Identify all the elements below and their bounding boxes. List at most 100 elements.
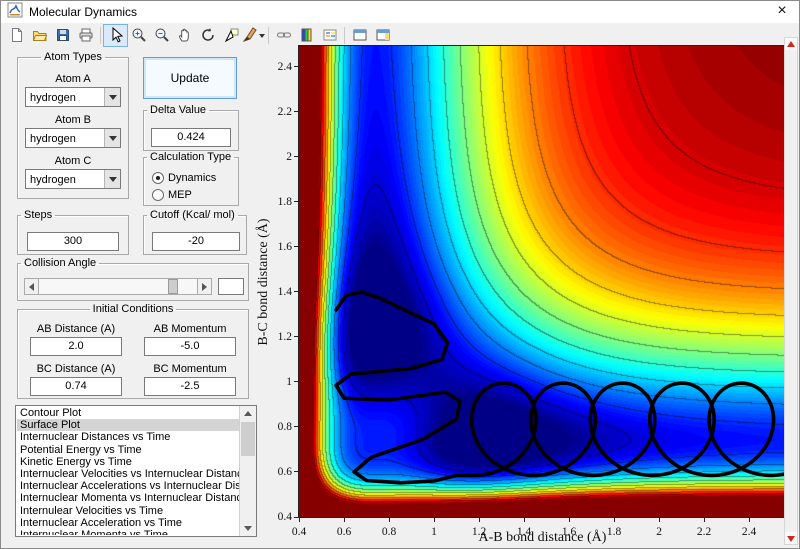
legend-button[interactable] [318, 25, 341, 46]
chevron-down-icon [104, 88, 120, 106]
plot-type-listbox[interactable]: Contour PlotSurface PlotInternuclear Dis… [15, 405, 257, 537]
app-icon [7, 2, 23, 23]
hide-plot-tools-button[interactable] [348, 25, 371, 46]
steps-panel: Steps 300 [17, 209, 129, 255]
x-axis-label: A-B bond distance (Å) [299, 530, 786, 546]
open-file-icon [32, 27, 48, 43]
delta-value-panel: Delta Value 0.424 [143, 104, 239, 151]
rotate-3d-button[interactable] [196, 25, 219, 46]
list-item[interactable]: Internuclear Velocities vs Internuclear … [17, 468, 239, 480]
scroll-down-icon[interactable] [240, 521, 256, 536]
chevron-down-icon [104, 170, 120, 188]
update-button[interactable]: Update [143, 57, 237, 99]
y-tick-mark [294, 111, 298, 112]
radio-dynamics[interactable] [152, 172, 164, 184]
list-item[interactable]: Internuclear Momenta vs Internuclear Dis… [17, 492, 239, 504]
atom-c-label: Atom C [25, 155, 121, 167]
y-tick-mark [294, 471, 298, 472]
atom-b-select[interactable]: hydrogen [25, 128, 121, 148]
y-tick-label: 2 [252, 151, 292, 163]
atom-types-panel: Atom Types Atom A hydrogen Atom B hydrog… [17, 51, 129, 199]
contour-canvas[interactable] [299, 46, 786, 517]
bc-distance-field[interactable]: 0.74 [30, 377, 122, 396]
y-tick-mark [294, 517, 298, 518]
list-item[interactable]: Internuclear Acceleration vs Time [17, 517, 239, 529]
collision-angle-field[interactable] [218, 278, 244, 295]
colorbar-button[interactable] [295, 25, 318, 46]
slider-left-arrow-icon[interactable] [24, 278, 39, 295]
delta-value-field[interactable]: 0.424 [151, 128, 231, 147]
collision-slider-track[interactable] [39, 278, 197, 295]
new-file-button[interactable] [5, 25, 28, 46]
y-tick-label: 2.4 [252, 61, 292, 73]
close-button[interactable] [765, 1, 799, 23]
ab-momentum-field[interactable]: -5.0 [144, 337, 236, 356]
collision-slider-thumb[interactable] [168, 279, 178, 294]
zoom-in-button[interactable] [127, 25, 150, 46]
initial-conditions-panel: Initial Conditions AB Distance (A) AB Mo… [17, 303, 249, 399]
x-tick-mark [614, 518, 615, 522]
y-tick-label: 1.8 [252, 196, 292, 208]
ab-momentum-label: AB Momentum [138, 323, 242, 335]
ab-distance-field[interactable]: 2.0 [30, 337, 122, 356]
radio-mep[interactable] [152, 189, 164, 201]
slider-right-arrow-icon[interactable] [197, 278, 212, 295]
x-tick-mark [569, 518, 570, 522]
red-down-arrow-icon [787, 536, 795, 546]
y-tick-mark [294, 66, 298, 67]
save-icon [55, 27, 71, 43]
save-button[interactable] [51, 25, 74, 46]
print-icon [78, 27, 94, 43]
show-plot-tools-button[interactable] [371, 25, 394, 46]
data-cursor-button[interactable] [219, 25, 242, 46]
pointer-button[interactable] [104, 25, 127, 46]
vertical-slider[interactable] [784, 37, 798, 545]
list-item[interactable]: Potential Energy vs Time [17, 444, 239, 456]
print-button[interactable] [74, 25, 97, 46]
bc-momentum-field[interactable]: -2.5 [144, 377, 236, 396]
list-item[interactable]: Contour Plot [17, 407, 239, 419]
slider-up-button[interactable] [785, 38, 797, 50]
scroll-up-icon[interactable] [240, 406, 256, 421]
list-item[interactable]: Internuclear Momenta vs Time [17, 529, 239, 535]
plot-region[interactable]: 0.40.60.811.21.41.61.822.22.40.40.60.811… [299, 46, 786, 517]
zoom-out-button[interactable] [150, 25, 173, 46]
atom-b-label: Atom B [25, 114, 121, 126]
atom-c-select[interactable]: hydrogen [25, 169, 121, 189]
legend-icon [322, 27, 338, 43]
y-tick-mark [294, 201, 298, 202]
y-tick-mark [294, 156, 298, 157]
slider-down-button[interactable] [785, 532, 797, 544]
list-item[interactable]: Internuclear Distances vs Time [17, 431, 239, 443]
steps-field[interactable]: 300 [27, 232, 119, 251]
atom-a-select[interactable]: hydrogen [25, 87, 121, 107]
collision-angle-title: Collision Angle [21, 257, 99, 269]
link-plot-button[interactable] [272, 25, 295, 46]
rotate-3d-icon [200, 27, 216, 43]
hide-plot-tools-icon [352, 27, 368, 43]
app-window: Molecular Dynamics Atom Types Atom A hyd… [0, 0, 800, 549]
list-item[interactable]: Internulear Velocities vs Time [17, 505, 239, 517]
bc-distance-label: BC Distance (A) [24, 363, 128, 375]
toolbar-separator [100, 27, 101, 44]
list-item[interactable]: Kinetic Energy vs Time [17, 456, 239, 468]
x-tick-mark [344, 518, 345, 522]
brush-button[interactable] [242, 25, 265, 46]
y-axis-label: B-C bond distance (Å) [256, 218, 272, 345]
y-tick-mark [294, 381, 298, 382]
ab-distance-label: AB Distance (A) [24, 323, 128, 335]
cutoff-field[interactable]: -20 [152, 232, 240, 251]
y-tick-label: 2.2 [252, 106, 292, 118]
atom-b-value: hydrogen [30, 130, 76, 148]
y-tick-mark [294, 291, 298, 292]
open-file-button[interactable] [28, 25, 51, 46]
calculation-type-title: Calculation Type [147, 151, 234, 163]
collision-angle-slider[interactable] [24, 278, 212, 295]
y-tick-mark [294, 246, 298, 247]
list-item[interactable]: Internuclear Accelerations vs Internucle… [17, 480, 239, 492]
list-item[interactable]: Surface Plot [17, 419, 239, 431]
calculation-type-panel: Calculation Type Dynamics MEP [143, 151, 239, 206]
x-tick-mark [704, 518, 705, 522]
pan-button[interactable] [173, 25, 196, 46]
window-titlebar: Molecular Dynamics [1, 1, 799, 23]
